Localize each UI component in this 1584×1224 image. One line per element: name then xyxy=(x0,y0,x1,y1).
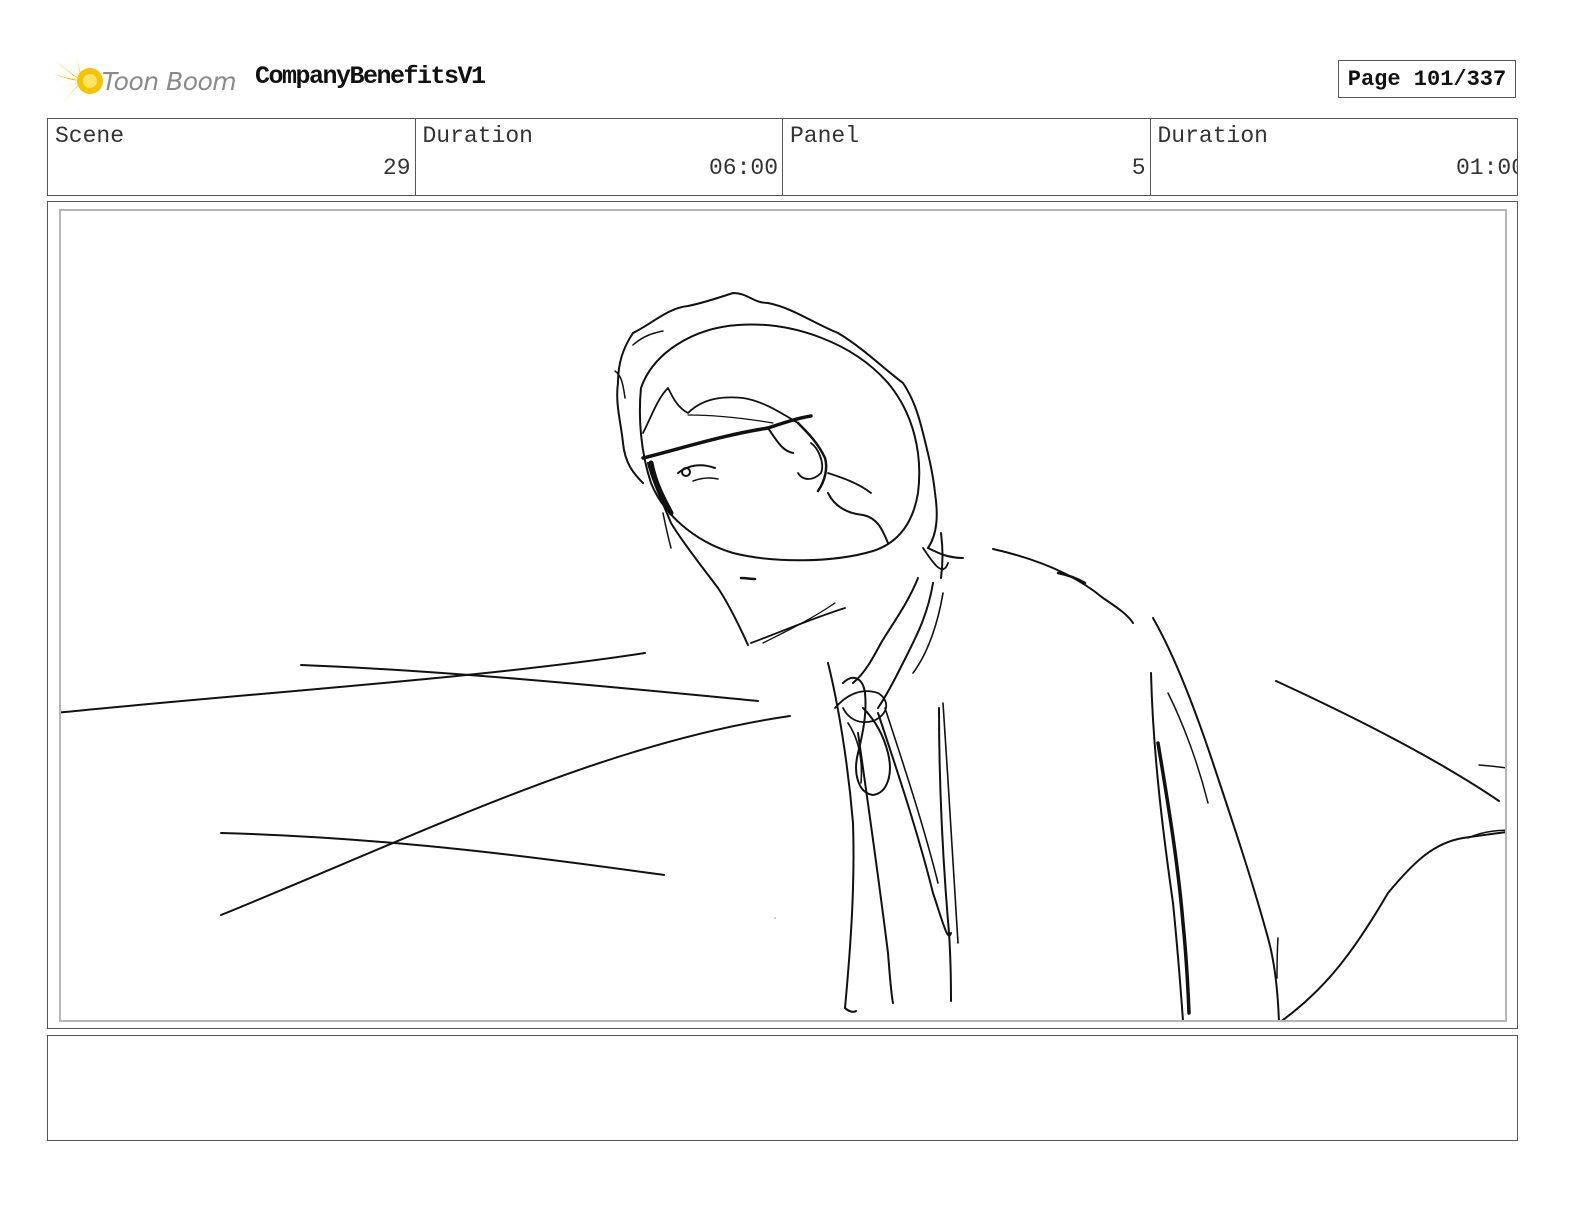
sketch-drawing xyxy=(61,292,1505,1020)
panel-duration-cell: Duration 01:00 xyxy=(1151,119,1518,195)
page-indicator: Page 101/337 xyxy=(1338,60,1516,98)
panel-label: Panel xyxy=(790,123,860,149)
scene-cell: Scene 29 xyxy=(48,119,416,195)
panel-duration-label: Duration xyxy=(1157,123,1268,149)
panel-cell: Panel 5 xyxy=(783,119,1151,195)
panel-value: 5 xyxy=(1131,155,1146,181)
logo-text: Toon Boom xyxy=(102,66,237,96)
toon-boom-logo: Toon Boom xyxy=(52,56,242,106)
starburst-logo-icon xyxy=(52,56,103,104)
panel-notes-box xyxy=(47,1035,1518,1141)
scene-duration-label: Duration xyxy=(422,123,533,149)
scene-info-bar: Scene 29 Duration 06:00 Panel 5 Duration… xyxy=(47,118,1518,196)
project-title: CompanyBenefitsV1 xyxy=(255,62,486,91)
scene-duration-value: 06:00 xyxy=(708,155,778,181)
scene-value: 29 xyxy=(382,155,411,181)
storyboard-panel-frame xyxy=(47,201,1518,1029)
scene-duration-cell: Duration 06:00 xyxy=(416,119,783,195)
scene-label: Scene xyxy=(55,123,125,149)
storyboard-panel-image xyxy=(59,209,1507,1022)
panel-duration-value: 01:00 xyxy=(1455,155,1517,181)
